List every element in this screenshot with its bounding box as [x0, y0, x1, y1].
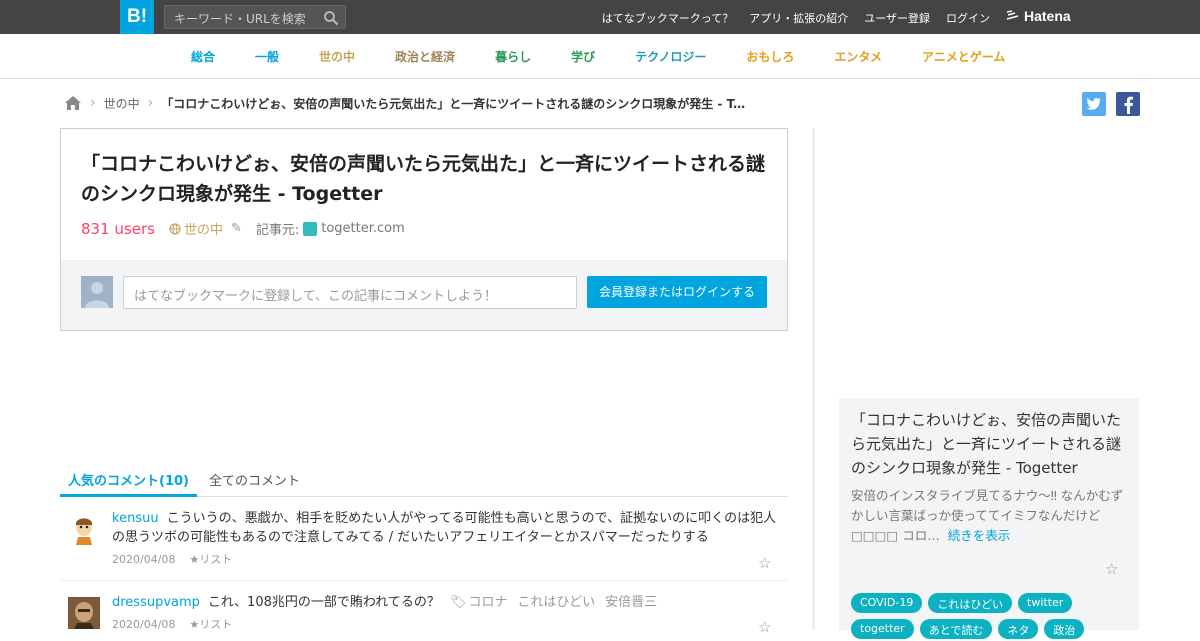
- twitter-icon: [1086, 97, 1101, 110]
- entry-category-label: 世の中: [183, 223, 223, 238]
- pencil-icon[interactable]: ✎: [231, 221, 242, 236]
- sidebar-tags: COVID-19 これはひどい twitter togetter あとで読む ネ…: [851, 593, 1131, 639]
- bookmark-tag[interactable]: コロナ: [468, 595, 507, 610]
- register-login-button[interactable]: 会員登録またはログインする: [587, 276, 767, 308]
- tab-popular-comments[interactable]: 人気のコメント(10): [60, 470, 197, 497]
- twitter-share-button[interactable]: [1082, 92, 1106, 116]
- tab-all-comments[interactable]: 全てのコメント: [209, 470, 300, 489]
- avatar-dressupvamp[interactable]: [68, 597, 100, 629]
- bookmark-comment: dressupvamp これ、108兆円の一部で賄われてるの？ 🏷 コロナ これはひど…: [112, 593, 782, 612]
- sidebar-tag[interactable]: ネタ: [998, 619, 1039, 639]
- category-tab[interactable]: 総合: [191, 48, 215, 65]
- sidebar-excerpt: 安倍のインスタライブ見てるナウ〜‼ なんかむずかしい言葉ばっか使っててイミフなん…: [851, 486, 1129, 546]
- avatar-icon: [68, 597, 100, 629]
- category-bar: 総合 一般 世の中 政治と経済 暮らし 学び テクノロジー おもしろ エンタメ アニメとゲーム: [0, 34, 1200, 79]
- category-tab[interactable]: テクノロジー: [635, 48, 706, 65]
- bookmark-user[interactable]: dressupvamp: [112, 595, 200, 610]
- entry-card: 「コロナこわいけどぉ、安倍の声聞いたら元気出た」と一斉にツイートされる謎のシンク…: [60, 128, 788, 331]
- bookmark-comment: kensuu こういうの、悪戯か、相手を貶めたい人がやってる可能性も高いと思うので…: [112, 509, 782, 547]
- sidebar-tag[interactable]: あとで読む: [919, 619, 993, 639]
- apps-link[interactable]: アプリ・拡張の紹介: [749, 10, 848, 26]
- bookmark-tag[interactable]: これはひどい: [518, 595, 596, 610]
- comment-tabs: 人気のコメント(10) 全てのコメント: [60, 460, 788, 497]
- hatena-logo-icon: [1006, 10, 1019, 20]
- bookmark-comment-text: こういうの、悪戯か、相手を貶めたい人がやってる可能性も高いと思うので、証拠ないの…: [112, 511, 777, 545]
- bookmark-item: kensuu こういうの、悪戯か、相手を貶めたい人がやってる可能性も高いと思うので…: [60, 497, 788, 581]
- hatena-brand[interactable]: Hatena: [1006, 8, 1071, 24]
- category-tab[interactable]: おもしろ: [746, 48, 794, 65]
- chevron-right-icon: ›: [90, 95, 96, 111]
- category-tab[interactable]: 学び: [571, 48, 595, 65]
- sidebar-tag[interactable]: これはひどい: [928, 593, 1013, 613]
- search-icon[interactable]: [323, 10, 339, 26]
- category-tab[interactable]: 暮らし: [495, 48, 531, 65]
- user-avatar-placeholder: [81, 276, 113, 308]
- entry-meta: 831 users 世の中 ✎ 記事元: togetter.com: [81, 219, 405, 239]
- source-label: 記事元:: [255, 223, 300, 238]
- category-tab[interactable]: エンタメ: [834, 48, 882, 65]
- avatar-kensuu[interactable]: [68, 513, 100, 545]
- comment-form: はてなブックマークに登録して、この記事にコメントしよう！ 会員登録またはログイン…: [61, 260, 787, 330]
- home-icon[interactable]: [64, 95, 82, 111]
- sidebar-tag[interactable]: twitter: [1018, 593, 1073, 613]
- add-star-icon[interactable]: ☆: [1105, 560, 1118, 578]
- category-tab[interactable]: 世の中: [319, 48, 355, 65]
- bookmark-user[interactable]: kensuu: [112, 511, 159, 526]
- bookmark-item: dressupvamp これ、108兆円の一部で賄われてるの？ 🏷 コロナ これはひど…: [60, 581, 788, 641]
- breadcrumb-title: 「コロナこわいけどぉ、安倍の声聞いたら元気出た」と一斉にツイートされる謎のシンク…: [161, 96, 752, 111]
- bookmark-date-row: 2020/04/08 ★リスト: [112, 551, 232, 567]
- bookmark-tag[interactable]: 安倍晋三: [605, 595, 657, 610]
- top-nav: はてなブックマークって？ アプリ・拡張の紹介 ユーザー登録 ログイン: [602, 10, 990, 26]
- add-star-icon[interactable]: ☆: [758, 554, 774, 572]
- tag-icon: 🏷: [449, 595, 467, 610]
- star-list-link[interactable]: ★リスト: [189, 553, 232, 566]
- comment-input[interactable]: はてなブックマークに登録して、この記事にコメントしよう！: [123, 276, 577, 309]
- entry-category[interactable]: 世の中: [169, 219, 223, 238]
- top-bar: B! キーワード・URLを検索 はてなブックマークって？ アプリ・拡張の紹介 ユ…: [0, 0, 1200, 34]
- star-list-link[interactable]: ★リスト: [189, 618, 232, 631]
- chevron-right-icon: ›: [147, 95, 154, 111]
- category-tab[interactable]: アニメとゲーム: [922, 48, 1005, 65]
- show-more-link[interactable]: 続きを表示: [948, 528, 1011, 543]
- entry-title[interactable]: 「コロナこわいけどぉ、安倍の声聞いたら元気出た」と一斉にツイートされる謎のシンク…: [81, 149, 771, 209]
- globe-icon: [169, 222, 181, 235]
- sidebar-tag[interactable]: togetter: [851, 619, 914, 639]
- bookmark-date[interactable]: 2020/04/08: [112, 553, 175, 566]
- bookmark-comment-text: これ、108兆円の一部で賄われてるの？: [207, 595, 440, 610]
- add-star-icon[interactable]: ☆: [758, 618, 774, 636]
- user-silhouette-icon: [85, 282, 109, 308]
- category-list: 総合 一般 世の中 政治と経済 暮らし 学び テクノロジー おもしろ エンタメ アニメとゲーム: [191, 48, 1045, 65]
- facebook-share-button[interactable]: [1116, 92, 1140, 116]
- sidebar-entry-card: 「コロナこわいけどぉ、安倍の声聞いたら元気出た」と一斉にツイートされる謎のシンク…: [839, 398, 1139, 639]
- bookmark-tags: 🏷 コロナ これはひどい 安倍晋三: [450, 595, 667, 610]
- sidebar-tag[interactable]: 政治: [1044, 619, 1085, 639]
- register-link[interactable]: ユーザー登録: [864, 10, 930, 26]
- breadcrumb: › 世の中 › 「コロナこわいけどぉ、安倍の声聞いたら元気出た」と一斉にツイート…: [64, 93, 751, 113]
- facebook-icon: [1124, 96, 1133, 114]
- about-link[interactable]: はてなブックマークって？: [602, 10, 733, 26]
- hatena-brand-label: Hatena: [1024, 8, 1071, 24]
- sidebar-entry-title[interactable]: 「コロナこわいけどぉ、安倍の声聞いたら元気出た」と一斉にツイートされる謎のシンク…: [851, 408, 1129, 480]
- category-tab[interactable]: 政治と経済: [395, 48, 455, 65]
- login-link[interactable]: ログイン: [946, 10, 990, 26]
- source-domain[interactable]: togetter.com: [321, 221, 405, 236]
- hatena-bookmark-logo[interactable]: B!: [120, 0, 154, 34]
- search-box[interactable]: キーワード・URLを検索: [164, 5, 346, 29]
- sidebar-tag[interactable]: COVID-19: [851, 593, 923, 613]
- column-divider: [812, 128, 815, 630]
- category-tab[interactable]: 一般: [255, 48, 279, 65]
- bookmark-date[interactable]: 2020/04/08: [112, 618, 175, 631]
- search-input[interactable]: キーワード・URLを検索: [174, 10, 306, 27]
- togetter-favicon-icon: [303, 221, 318, 236]
- avatar-icon: [68, 513, 100, 545]
- bookmark-users-count[interactable]: 831 users: [81, 220, 155, 238]
- breadcrumb-category[interactable]: 世の中: [104, 95, 140, 112]
